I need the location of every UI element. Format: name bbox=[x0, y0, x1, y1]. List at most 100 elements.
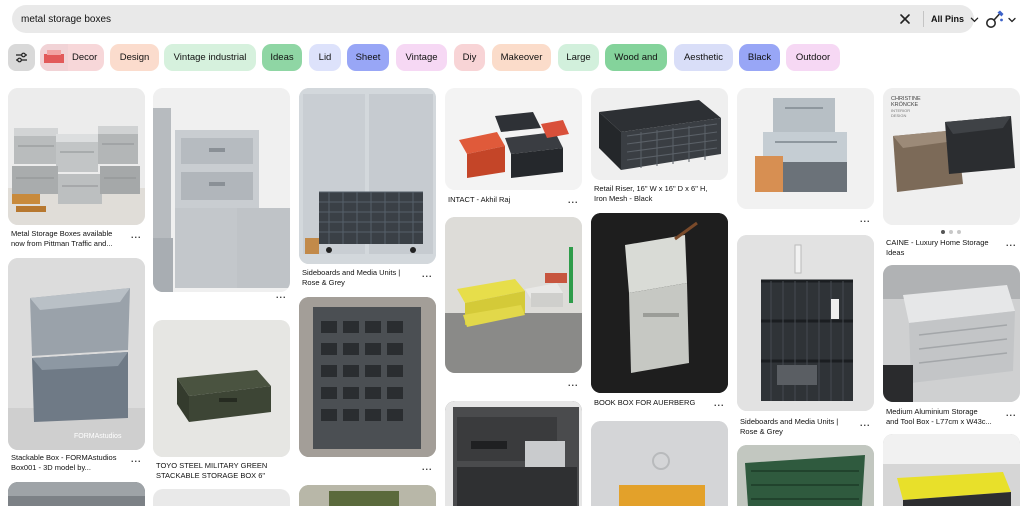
pin-title: Sideboards and Media Units | bbox=[740, 417, 839, 426]
chip-label: Vintage bbox=[405, 52, 438, 63]
pin-image[interactable] bbox=[445, 401, 582, 506]
pin-image[interactable] bbox=[299, 297, 436, 457]
pin-image[interactable] bbox=[883, 434, 1020, 506]
search-bar: All Pins bbox=[12, 5, 979, 33]
more-options-icon[interactable]: ... bbox=[568, 378, 579, 388]
more-options-icon[interactable]: ... bbox=[1006, 408, 1017, 418]
pin-image[interactable] bbox=[737, 88, 874, 209]
pin-caption[interactable]: CAINE - Luxury Home Storage Ideas bbox=[886, 238, 1006, 258]
chip-label: Design bbox=[119, 52, 150, 63]
pin-image[interactable] bbox=[153, 320, 290, 457]
more-options-icon[interactable]: ... bbox=[860, 418, 871, 428]
pin-title: TOYO STEEL MILITARY GREEN bbox=[156, 461, 268, 470]
carousel-dot[interactable] bbox=[957, 230, 961, 234]
pin-image[interactable] bbox=[299, 485, 436, 506]
chip-outdoor[interactable]: Outdoor bbox=[786, 44, 840, 71]
pin-image[interactable] bbox=[8, 88, 145, 225]
chip-design[interactable]: Design bbox=[110, 44, 159, 71]
chip-makeover[interactable]: Makeover bbox=[492, 44, 551, 71]
chevron-down-icon[interactable] bbox=[970, 15, 979, 24]
chip-vintage[interactable]: Vintage bbox=[396, 44, 447, 71]
more-options-icon[interactable]: ... bbox=[1006, 238, 1017, 248]
pin-title: Sideboards and Media Units | bbox=[302, 268, 401, 277]
pin-image[interactable] bbox=[8, 482, 145, 506]
svg-text:KRÖNCKE: KRÖNCKE bbox=[891, 101, 919, 108]
chip-black[interactable]: Black bbox=[739, 44, 780, 71]
chip-label: Makeover bbox=[500, 52, 543, 63]
pin-caption[interactable]: INTACT - Akhil Raj bbox=[448, 195, 568, 205]
more-options-icon[interactable]: ... bbox=[714, 398, 725, 408]
pin-caption[interactable]: Retail Riser, 16" W x 16" D x 6" H, Iron… bbox=[594, 184, 722, 204]
pin-image[interactable] bbox=[737, 235, 874, 411]
chevron-down-icon[interactable] bbox=[1008, 16, 1016, 24]
pin-title: Box001 - 3D model by... bbox=[11, 463, 91, 472]
more-options-icon[interactable]: ... bbox=[276, 290, 287, 300]
pin-title: Rose & Grey bbox=[740, 427, 783, 436]
chip-decor[interactable]: Decor bbox=[40, 44, 104, 71]
pin-image[interactable] bbox=[153, 489, 290, 506]
pin-title: Rose & Grey bbox=[302, 278, 345, 287]
pin-caption[interactable]: Sideboards and Media Units | Rose & Grey bbox=[302, 268, 422, 288]
pin-title: now from Pittman Traffic and... bbox=[11, 239, 113, 248]
carousel-dot[interactable] bbox=[949, 230, 953, 234]
chip-large[interactable]: Large bbox=[558, 44, 599, 71]
more-options-icon[interactable]: ... bbox=[131, 230, 142, 240]
more-options-icon[interactable]: ... bbox=[860, 214, 871, 224]
chip-aesthetic[interactable]: Aesthetic bbox=[674, 44, 733, 71]
pin-image[interactable] bbox=[883, 265, 1020, 402]
pin-image[interactable] bbox=[591, 88, 728, 180]
chip-label: Wood and bbox=[614, 52, 658, 63]
chip-lid[interactable]: Lid bbox=[309, 44, 341, 71]
pin-image[interactable] bbox=[591, 421, 728, 506]
more-options-icon[interactable]: ... bbox=[131, 454, 142, 464]
chip-label: Diy bbox=[462, 52, 477, 63]
pin-title: Retail Riser, 16" W x 16" D x 6" H, bbox=[594, 184, 708, 193]
carousel-dot[interactable] bbox=[941, 230, 945, 234]
pin-image[interactable]: CHRISTINE KRÖNCKE INTERIOR DESIGN bbox=[883, 88, 1020, 225]
close-icon[interactable] bbox=[898, 12, 912, 26]
chip-label: Decor bbox=[72, 52, 98, 63]
pin-image[interactable] bbox=[299, 88, 436, 264]
pin-title: and Tool Box - L77cm x W43c... bbox=[886, 417, 992, 426]
pin-caption[interactable]: TOYO STEEL MILITARY GREEN STACKABLE STOR… bbox=[156, 461, 281, 481]
image-watermark: FORMAstudios bbox=[74, 433, 122, 440]
pin-image[interactable] bbox=[445, 88, 582, 190]
more-options-icon[interactable]: ... bbox=[422, 462, 433, 472]
sliders-icon bbox=[16, 52, 27, 63]
chip-sheet[interactable]: Sheet bbox=[347, 44, 389, 71]
svg-text:DESIGN: DESIGN bbox=[891, 113, 906, 118]
pin-caption[interactable]: BOOK BOX FOR AUERBERG bbox=[594, 398, 714, 408]
search-scope-dropdown[interactable]: All Pins bbox=[931, 5, 964, 33]
chip-thumbnail bbox=[40, 44, 68, 71]
chip-label: Ideas bbox=[270, 52, 294, 63]
chip-ideas[interactable]: Ideas bbox=[262, 44, 302, 71]
filters-button[interactable] bbox=[8, 44, 35, 71]
pin-caption[interactable]: Medium Aluminium Storage and Tool Box - … bbox=[886, 407, 1006, 427]
pin-title: STACKABLE STORAGE BOX 6" bbox=[156, 471, 266, 480]
pin-caption[interactable]: Sideboards and Media Units | Rose & Grey bbox=[740, 417, 860, 437]
pin-image[interactable] bbox=[445, 217, 582, 373]
pin-image[interactable]: FORMAstudios bbox=[8, 258, 145, 450]
chip-label: Aesthetic bbox=[683, 52, 724, 63]
chip-vintage-industrial[interactable]: Vintage industrial bbox=[164, 44, 256, 71]
pin-image[interactable] bbox=[737, 445, 874, 506]
chip-label: Lid bbox=[318, 52, 332, 63]
pin-caption[interactable]: Stackable Box - FORMAstudios Box001 - 3D… bbox=[11, 453, 131, 473]
chip-wood-and[interactable]: Wood and bbox=[605, 44, 667, 71]
more-options-icon[interactable]: ... bbox=[422, 269, 433, 279]
chip-diy[interactable]: Diy bbox=[454, 44, 485, 71]
pin-caption[interactable]: Metal Storage Boxes available now from P… bbox=[11, 229, 131, 249]
image-search-icon[interactable] bbox=[984, 8, 1006, 30]
more-options-icon[interactable]: ... bbox=[568, 195, 579, 205]
pin-image[interactable] bbox=[591, 213, 728, 393]
pin-title: INTACT - Akhil Raj bbox=[448, 195, 511, 204]
pin-image[interactable] bbox=[153, 88, 290, 292]
pin-title: Stackable Box - FORMAstudios bbox=[11, 453, 117, 462]
carousel-dots bbox=[941, 230, 961, 234]
chip-label: Vintage industrial bbox=[173, 52, 247, 63]
pin-title: Ideas bbox=[886, 248, 905, 257]
search-input[interactable] bbox=[12, 5, 892, 33]
pin-title: CAINE - Luxury Home Storage bbox=[886, 238, 989, 247]
pin-title: Medium Aluminium Storage bbox=[886, 407, 978, 416]
pin-title: BOOK BOX FOR AUERBERG bbox=[594, 398, 696, 407]
